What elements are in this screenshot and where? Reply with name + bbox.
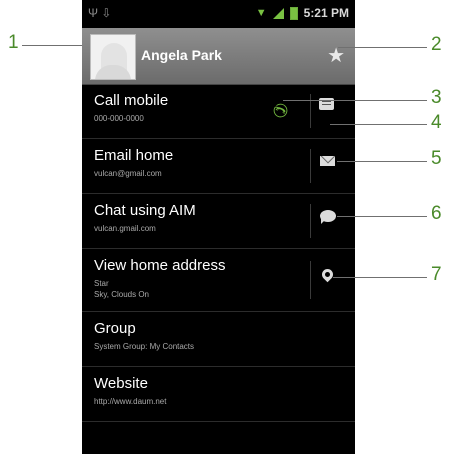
row-view-home-address[interactable]: View home address Star Sky, Clouds On — [82, 249, 355, 312]
callout-line — [330, 124, 427, 125]
contact-name: Angela Park — [141, 47, 222, 63]
battery-icon — [289, 6, 298, 20]
chat-bubble-icon[interactable] — [320, 210, 336, 224]
row-title: Call mobile — [94, 92, 169, 109]
contact-header: Angela Park ★ — [82, 28, 355, 85]
callout-line — [333, 277, 427, 278]
row-subtitle: http://www.daum.net — [94, 397, 167, 406]
callout-7: 7 — [431, 264, 442, 285]
callout-5: 5 — [431, 148, 442, 169]
phone-screen: Ψ ⇩ ▼ 5:21 PM Angela Park ★ Call mobile … — [82, 0, 355, 454]
callout-1: 1 — [8, 32, 19, 53]
callout-line — [22, 45, 82, 46]
callout-4: 4 — [431, 112, 442, 133]
row-call-mobile[interactable]: Call mobile 000-000-0000 ✆ — [82, 84, 355, 139]
row-subtitle: vulcan@gmail.com — [94, 169, 162, 178]
envelope-icon[interactable] — [320, 156, 335, 166]
usb-icon: Ψ ⇩ — [88, 6, 112, 20]
phone-icon[interactable]: ✆ — [269, 103, 290, 118]
callout-line — [338, 47, 427, 48]
row-title: Email home — [94, 147, 174, 164]
row-website[interactable]: Website http://www.daum.net — [82, 367, 355, 422]
callout-line — [283, 100, 427, 101]
row-email-home[interactable]: Email home vulcan@gmail.com — [82, 139, 355, 194]
row-title: Group — [94, 320, 136, 337]
map-pin-icon[interactable] — [319, 266, 336, 283]
row-subtitle: 000-000-0000 — [94, 114, 144, 123]
row-title: Website — [94, 375, 148, 392]
callout-6: 6 — [431, 203, 442, 224]
contact-photo[interactable] — [90, 34, 136, 80]
callout-2: 2 — [431, 34, 442, 55]
status-bar: Ψ ⇩ ▼ 5:21 PM — [82, 0, 355, 28]
row-chat-aim[interactable]: Chat using AIM vulcan.gmail.com — [82, 194, 355, 249]
row-subtitle-line: Sky, Clouds On — [94, 290, 149, 299]
row-subtitle: System Group: My Contacts — [94, 342, 195, 351]
row-group[interactable]: Group System Group: My Contacts — [82, 312, 355, 367]
wifi-icon: ▼ — [255, 7, 267, 19]
callout-line — [337, 161, 427, 162]
callout-line — [337, 216, 427, 217]
row-subtitle: vulcan.gmail.com — [94, 224, 156, 233]
callout-3: 3 — [431, 87, 442, 108]
row-title: Chat using AIM — [94, 202, 196, 219]
row-title: View home address — [94, 257, 226, 274]
status-time: 5:21 PM — [303, 6, 349, 20]
signal-icon — [272, 7, 284, 19]
row-subtitle-line: Star — [94, 279, 109, 288]
